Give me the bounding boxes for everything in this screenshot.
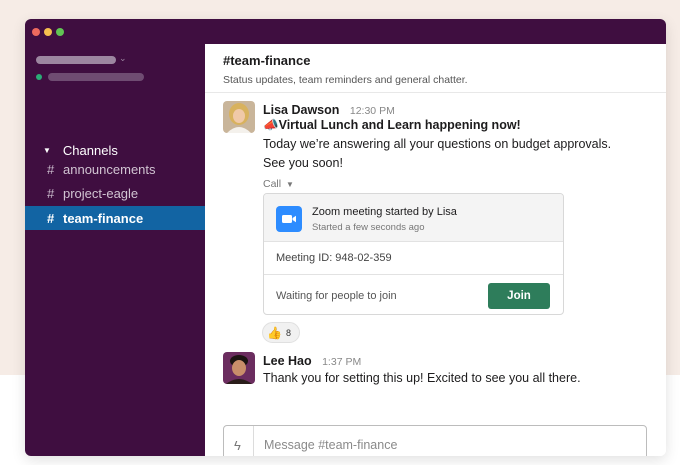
join-button[interactable]: Join <box>488 283 550 309</box>
meeting-id: Meeting ID: 948-02-359 <box>264 242 563 275</box>
message-header: Lee Hao 1:37 PM <box>263 352 361 370</box>
sidebar-item-label: project-eagle <box>63 185 139 201</box>
message-line: Virtual Lunch and Learn happening now! <box>278 118 521 132</box>
channel-header: #team-finance Status updates, team remin… <box>205 44 666 93</box>
title-bar <box>25 19 666 44</box>
call-card-header: Zoom meeting started by Lisa Started a f… <box>264 194 563 242</box>
close-window-button[interactable] <box>32 28 40 36</box>
message-header: Lisa Dawson 12:30 PM <box>263 101 395 119</box>
lightning-icon[interactable]: ϟ <box>234 426 254 456</box>
video-camera-icon <box>276 206 302 232</box>
hash-icon: # <box>47 210 55 226</box>
channel-view: #team-finance Status updates, team remin… <box>205 44 666 456</box>
presence-icon <box>36 74 42 80</box>
channels-section-header[interactable]: ▼ Channels <box>43 143 118 158</box>
reaction-pill[interactable]: 👍 8 <box>262 322 300 343</box>
sidebar-item-label: team-finance <box>63 210 144 226</box>
message-item: Lee Hao 1:37 PM Thank you for setting th… <box>223 352 643 392</box>
call-card: Zoom meeting started by Lisa Started a f… <box>263 193 564 315</box>
thumbs-up-icon: 👍 <box>267 325 282 340</box>
sidebar-item-team-finance[interactable]: # team-finance <box>25 206 205 230</box>
hash-icon: # <box>47 185 55 201</box>
hash-icon: # <box>47 161 55 177</box>
user-name-placeholder <box>48 73 144 81</box>
call-card-footer: Waiting for people to join Join <box>264 275 563 314</box>
megaphone-icon: 📣 <box>263 118 279 132</box>
message-line: Today we’re answering all your questions… <box>263 137 612 151</box>
maximize-window-button[interactable] <box>56 28 64 36</box>
call-subtitle: Started a few seconds ago <box>312 222 425 233</box>
message-timestamp[interactable]: 1:37 PM <box>322 356 361 368</box>
message-line: Thank you for setting this up! Excited t… <box>263 371 581 385</box>
app-window: ⌄ ▼ Channels # announcements # project-e… <box>25 19 666 456</box>
call-label[interactable]: Call ▼ <box>263 178 294 190</box>
reaction-count: 8 <box>285 327 291 338</box>
chevron-down-icon[interactable]: ⌄ <box>119 53 127 64</box>
call-title: Zoom meeting started by Lisa <box>312 206 457 218</box>
message-input[interactable] <box>264 435 634 455</box>
channels-section-label: Channels <box>62 143 118 158</box>
minimize-window-button[interactable] <box>44 28 52 36</box>
message-composer: ϟ <box>223 425 647 456</box>
call-status: Waiting for people to join <box>276 290 397 302</box>
sidebar-item-announcements[interactable]: # announcements <box>25 157 205 181</box>
caret-down-icon[interactable]: ▼ <box>43 146 51 155</box>
message-timestamp[interactable]: 12:30 PM <box>350 105 395 117</box>
author-name[interactable]: Lisa Dawson <box>263 103 339 117</box>
message-item: Lisa Dawson 12:30 PM 📣Virtual Lunch and … <box>223 101 643 351</box>
avatar[interactable] <box>223 352 255 384</box>
channel-topic: Status updates, team reminders and gener… <box>223 74 468 86</box>
message-line: See you soon! <box>263 156 343 170</box>
avatar[interactable] <box>223 101 255 133</box>
caret-down-icon[interactable]: ▼ <box>286 180 294 189</box>
message-headline: 📣Virtual Lunch and Learn happening now! <box>263 118 521 133</box>
sidebar: ⌄ ▼ Channels # announcements # project-e… <box>25 44 205 456</box>
workspace-name-placeholder[interactable] <box>36 56 116 64</box>
channel-title[interactable]: #team-finance <box>223 53 666 68</box>
author-name[interactable]: Lee Hao <box>263 354 312 368</box>
call-label-text: Call <box>263 178 282 190</box>
sidebar-item-label: announcements <box>63 161 156 177</box>
sidebar-item-project-eagle[interactable]: # project-eagle <box>25 181 205 205</box>
